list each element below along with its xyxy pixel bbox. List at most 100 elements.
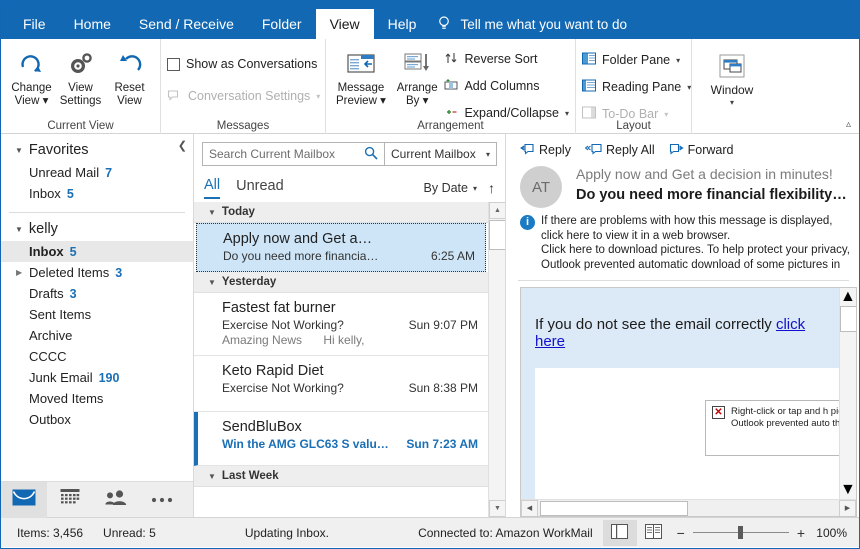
scroll-right-arrow-icon[interactable]: ▶	[839, 499, 856, 516]
window-button[interactable]: Window ▾	[702, 47, 762, 109]
status-items-count: Items: 3,456	[17, 525, 84, 540]
change-view-button[interactable]: Change View ▾	[7, 45, 56, 107]
tab-view[interactable]: View	[315, 9, 374, 39]
nav-calendar-button[interactable]	[47, 482, 93, 518]
folder-pane-button[interactable]: Folder Pane ▾	[582, 49, 680, 71]
scrollbar-thumb[interactable]	[489, 220, 505, 250]
nav-people-button[interactable]	[93, 482, 139, 518]
tell-me-search[interactable]: Tell me what you want to do	[430, 9, 627, 39]
collapse-folder-pane-button[interactable]: ❮	[178, 139, 187, 152]
message-preview-button[interactable]: Message Preview ▾	[332, 45, 390, 107]
show-as-conversations-checkbox[interactable]: Show as Conversations	[167, 53, 317, 75]
message-time: 6:25 AM	[430, 249, 475, 263]
sidebar-item-count: 7	[105, 165, 113, 180]
group-label-layout: Layout	[616, 120, 651, 132]
email-body-container: If you do not see the email correctly cl…	[520, 287, 857, 517]
folder-pane-divider	[9, 212, 185, 213]
scroll-left-arrow-icon[interactable]: ◀	[521, 499, 538, 516]
group-header-last-week[interactable]: ▼ Last Week	[194, 466, 488, 487]
sidebar-item-sent-items[interactable]: Sent Items	[1, 304, 193, 325]
tab-help[interactable]: Help	[374, 9, 431, 39]
sidebar-item-drafts[interactable]: Drafts 3	[1, 283, 193, 304]
info-bar[interactable]: i If there are problems with how this me…	[506, 210, 859, 278]
favorites-header[interactable]: ▼ Favorites	[1, 138, 193, 162]
scroll-up-arrow-icon[interactable]: ▲	[840, 288, 856, 306]
reset-view-button[interactable]: Reset View	[105, 45, 154, 107]
reply-button[interactable]: Reply	[520, 142, 571, 158]
scrollbar-thumb[interactable]	[840, 306, 856, 332]
forward-button[interactable]: Forward	[669, 142, 733, 158]
sort-by-dropdown[interactable]: By Date ▾ ↑	[424, 180, 495, 196]
list-item[interactable]: Keto Rapid Diet Exercise Not Working? Su…	[194, 356, 488, 412]
sidebar-item-cccc[interactable]: CCCC	[1, 346, 193, 367]
view-settings-button[interactable]: View Settings	[56, 45, 105, 107]
list-item[interactable]: Fastest fat burner Exercise Not Working?…	[194, 293, 488, 356]
list-item[interactable]: Apply now and Get a… Do you need more fi…	[196, 223, 486, 272]
sidebar-item-junk-email[interactable]: Junk Email 190	[1, 367, 193, 388]
tab-folder[interactable]: Folder	[248, 9, 316, 39]
view-settings-label-2: Settings	[59, 94, 102, 107]
blocked-image-placeholder[interactable]: ✕ Right-click or tap and h pictures. To …	[705, 400, 839, 456]
sidebar-item-label: Inbox	[29, 186, 61, 201]
search-scope-dropdown[interactable]: Current Mailbox ▾	[385, 142, 497, 166]
sidebar-item-label: Sent Items	[29, 307, 92, 322]
sidebar-item-archive[interactable]: Archive	[1, 325, 193, 346]
nav-mail-button[interactable]	[1, 481, 47, 518]
reverse-sort-button[interactable]: Reverse Sort	[444, 48, 569, 70]
reading-pane-scrollbar[interactable]: ▲ ▼	[839, 288, 856, 499]
conversation-settings-button[interactable]: Conversation Settings ▾	[167, 85, 320, 107]
status-unread-count: Unread: 5	[103, 525, 156, 540]
sidebar-item-label: Inbox	[29, 244, 64, 259]
scroll-down-arrow-icon[interactable]: ▼	[840, 481, 856, 499]
sort-direction-icon[interactable]: ↑	[488, 180, 495, 196]
reply-icon	[520, 142, 535, 158]
reading-pane-button[interactable]: Reading Pane ▾	[582, 76, 691, 98]
tab-home[interactable]: Home	[60, 9, 125, 39]
reading-pane-label: Reading Pane	[602, 80, 682, 94]
group-header-label: Yesterday	[221, 276, 277, 288]
nav-more-button[interactable]	[139, 482, 185, 518]
reading-view-button[interactable]	[637, 520, 671, 546]
folder-pane: ❮ ▼ Favorites Unread Mail 7 Inbox 5 ▼ ke…	[1, 134, 194, 518]
sidebar-item-deleted-items[interactable]: ▶ Deleted Items 3	[1, 262, 193, 283]
folder-pane-icon	[582, 52, 596, 68]
zoom-slider[interactable]	[692, 526, 789, 539]
sidebar-item-favorites-inbox[interactable]: Inbox 5	[1, 183, 193, 204]
hscrollbar-thumb[interactable]	[540, 500, 688, 516]
zoom-control[interactable]: − + 100%	[671, 525, 853, 541]
zoom-in-button[interactable]: +	[797, 525, 805, 541]
sidebar-item-inbox[interactable]: Inbox 5	[1, 241, 193, 262]
account-header-kelly[interactable]: ▼ kelly	[1, 217, 193, 241]
arrange-by-button[interactable]: Arrange By ▾	[394, 45, 441, 107]
search-icon[interactable]	[364, 146, 378, 163]
tab-all[interactable]: All	[204, 177, 221, 199]
message-preview-icon	[345, 49, 377, 79]
change-view-label-2: View ▾	[14, 94, 49, 107]
info-line-4: Outlook prevented automatic download of …	[541, 258, 841, 271]
search-input[interactable]: Search Current Mailbox	[202, 142, 385, 166]
reply-all-button[interactable]: Reply All	[584, 142, 655, 158]
sidebar-item-unread-mail[interactable]: Unread Mail 7	[1, 162, 193, 183]
tab-send-receive[interactable]: Send / Receive	[125, 9, 248, 39]
scroll-up-arrow-icon[interactable]: ▲	[489, 202, 505, 219]
outlook-window: File Home Send / Receive Folder View Hel…	[0, 0, 860, 549]
reading-pane-hscrollbar[interactable]: ◀ ▶	[521, 499, 856, 516]
zoom-slider-thumb[interactable]	[737, 526, 743, 539]
group-header-yesterday[interactable]: ▼ Yesterday	[194, 272, 488, 293]
sidebar-item-outbox[interactable]: Outbox	[1, 409, 193, 430]
group-header-today[interactable]: ▼ Today	[194, 202, 488, 223]
group-header-label: Last Week	[221, 470, 279, 482]
scroll-down-arrow-icon[interactable]: ▼	[489, 500, 505, 517]
normal-view-button[interactable]	[602, 519, 637, 546]
triangle-right-icon[interactable]: ▶	[16, 268, 22, 277]
tab-file[interactable]: File	[9, 9, 60, 39]
add-columns-button[interactable]: Add Columns	[444, 75, 569, 97]
message-list-scrollbar[interactable]: ▲ ▼	[488, 202, 505, 517]
list-item[interactable]: SendBluBox Win the AMG GLC63 S valu… Sun…	[194, 412, 488, 466]
tab-unread[interactable]: Unread	[236, 178, 284, 198]
collapse-ribbon-button[interactable]: ▵	[846, 119, 851, 130]
status-bar: Items: 3,456 Unread: 5 Updating Inbox. C…	[1, 517, 859, 547]
zoom-out-button[interactable]: −	[677, 525, 685, 541]
sidebar-item-moved-items[interactable]: Moved Items	[1, 388, 193, 409]
people-icon	[105, 489, 127, 511]
